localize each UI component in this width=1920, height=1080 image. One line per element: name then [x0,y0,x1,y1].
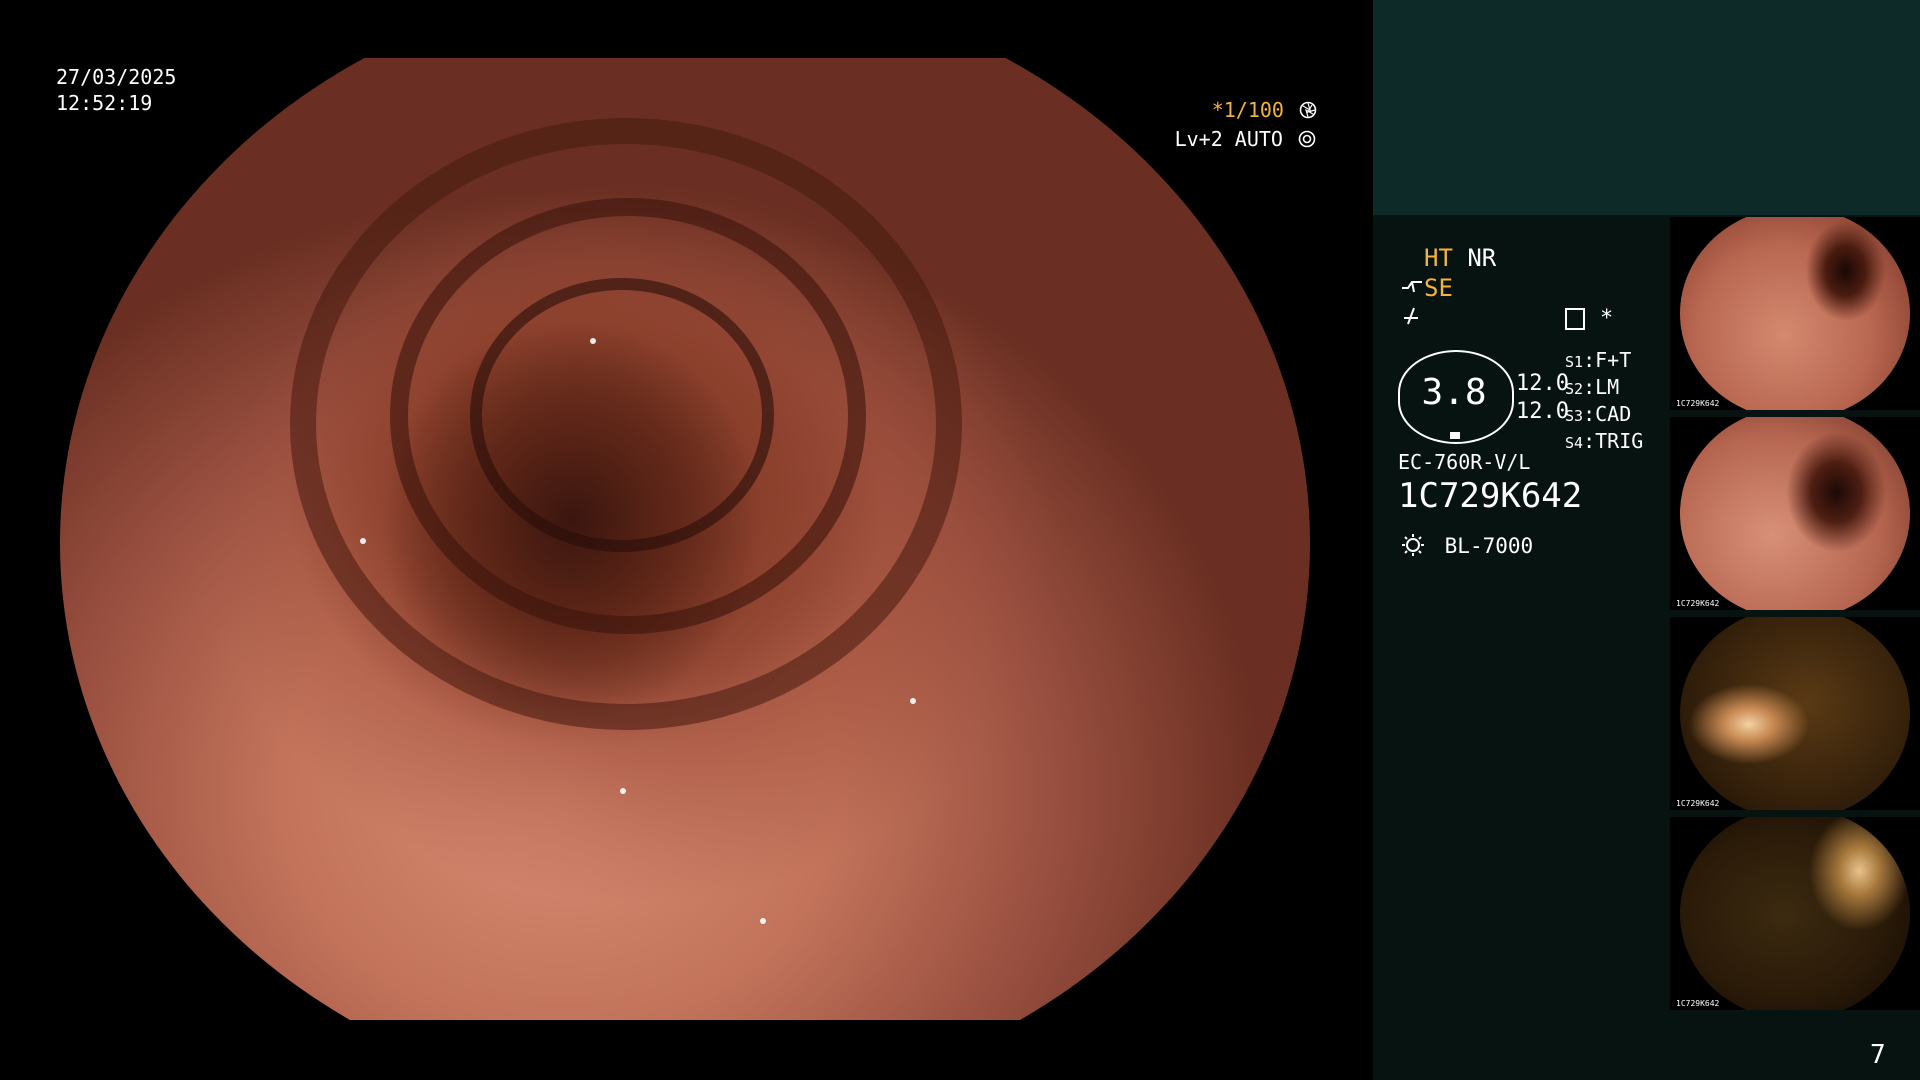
gauge-marker [1450,432,1460,439]
auto-iris-icon [1298,130,1316,148]
setting-values: 12.0 12.0 [1516,370,1569,426]
specular-highlight [910,698,916,704]
slot-3: S3:CAD [1565,402,1632,426]
shutter-speed: *1/100 [1212,98,1317,122]
thumbnail-serial: 1C729K642 [1676,599,1720,608]
endoscopic-view [60,58,1310,1020]
thumbnail-serial: 1C729K642 [1676,799,1720,808]
date-text: 27/03/2025 [56,65,177,89]
mode-nr: NR [1467,244,1497,272]
specular-highlight [360,538,366,544]
thumbnail-serial: 1C729K642 [1676,999,1720,1008]
specular-highlight [760,918,766,924]
gauge-value: 3.8 [1421,372,1487,413]
panel-header [1373,0,1920,215]
mode-se: SE [1424,274,1453,302]
processing-modes: HT NR [1424,244,1496,272]
structure-enhancement: SE [1400,274,1453,302]
slot-4: S4:TRIG [1565,429,1644,453]
thumbnail-3[interactable]: 1C729K642 [1670,617,1920,810]
star-marker: * [1600,306,1614,331]
freeze-indicator [1400,304,1422,332]
light-source: BL-7000 [1400,532,1533,558]
scope-icon [1402,281,1422,293]
thumbnail-1[interactable]: 1C729K642 [1670,217,1920,410]
slot-1: S1:F+T [1565,348,1632,372]
specular-highlight [590,338,596,344]
document-icon [1565,308,1585,330]
setting-value-1: 12.0 [1516,371,1569,396]
scope-model: EC-760R-V/L [1398,450,1531,474]
freeze-icon [1404,307,1418,325]
shutter-icon [1299,101,1317,119]
thumbnail-image [1680,417,1910,610]
page-number: 7 [1870,1040,1886,1070]
thumbnail-image [1680,817,1910,1010]
lamp-icon [1402,534,1424,556]
scope-serial: 1C729K642 [1398,476,1583,516]
timestamp: 27/03/2025 12:52:19 [56,64,176,116]
thumbnail-serial: 1C729K642 [1676,399,1720,408]
thumbnail-image [1680,217,1910,410]
slot-2: S2:LM [1565,375,1620,399]
switch-slots: S1:F+T S2:LM S3:CAD S4:TRIG [1565,348,1643,456]
mode-ht: HT [1424,244,1453,272]
colon-lumen-image [60,58,1310,1020]
thumbnail-2[interactable]: 1C729K642 [1670,417,1920,610]
setting-value-2: 12.0 [1516,399,1569,424]
thumbnail-4[interactable]: 1C729K642 [1670,817,1920,1010]
level-text: Lv+2 AUTO [1174,127,1283,151]
shutter-text: *1/100 [1211,98,1284,122]
exposure-level: Lv+2 AUTO [1175,127,1316,151]
light-source-text: BL-7000 [1444,534,1534,558]
thumbnail-image [1680,617,1910,810]
specular-highlight [620,788,626,794]
mucosal-fold [470,278,774,552]
time-text: 12:52:19 [56,91,153,115]
